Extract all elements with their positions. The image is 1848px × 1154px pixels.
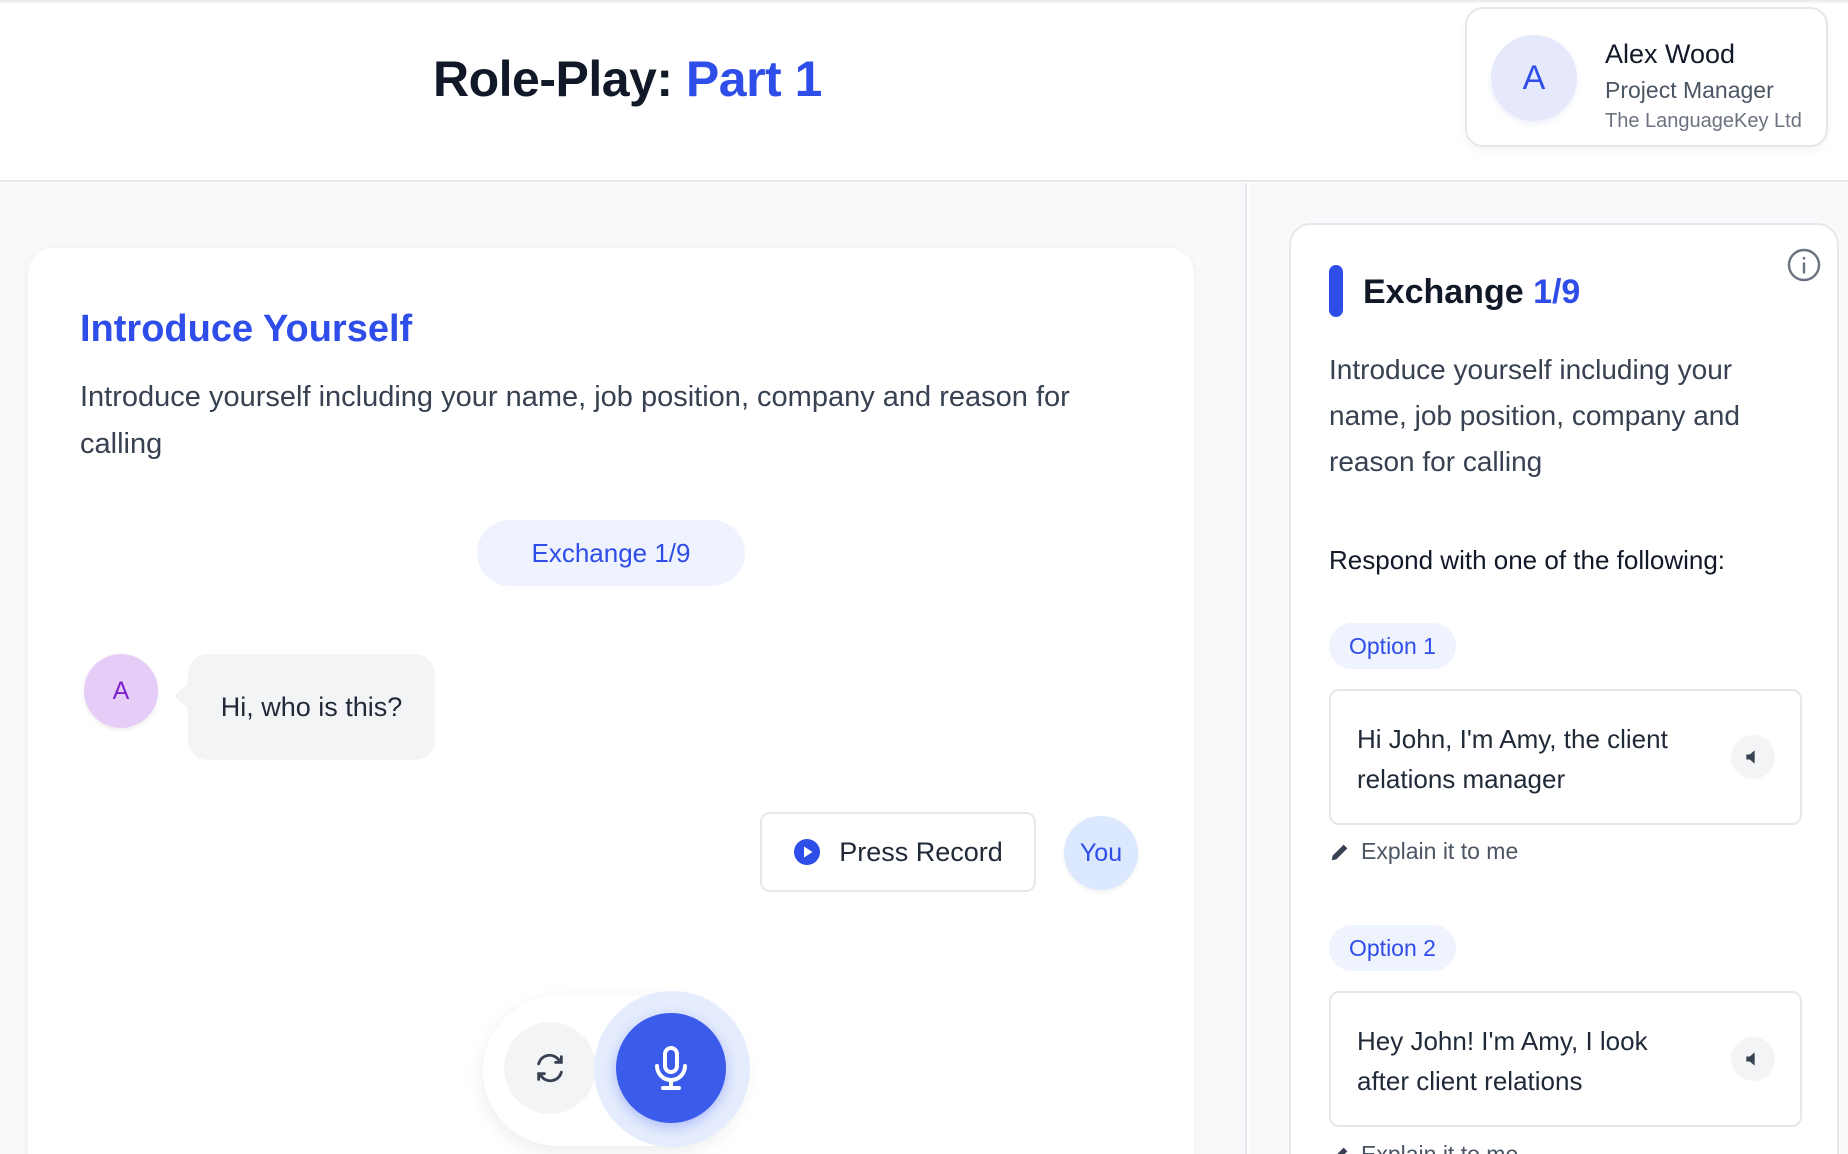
exchange-panel: Exchange 1/9 Introduce yourself includin… [1289, 223, 1839, 1154]
exchange-sidebar: Exchange 1/9 Introduce yourself includin… [1249, 183, 1848, 1154]
panel-description: Introduce yourself including your name, … [1329, 354, 1740, 477]
pencil-icon [1336, 1147, 1348, 1154]
panel-accent-bar [1329, 265, 1343, 317]
pencil-icon [1331, 844, 1348, 860]
speaker-icon [1746, 1052, 1755, 1066]
speaker-icon [1746, 750, 1755, 764]
panel-title-prefix: Exchange [1363, 273, 1534, 311]
page-title-accent: Part 1 [685, 51, 822, 107]
option-1-text: Hi John, I'm Amy, the client relations m… [1357, 724, 1668, 794]
profile-role: Project Manager [1605, 77, 1774, 103]
page-header: Role-Play: Part 1 A Alex Wood Project Ma… [0, 0, 1848, 182]
bot-avatar: A [84, 654, 158, 728]
option-1-box[interactable]: Hi John, I'm Amy, the client relations m… [1329, 689, 1802, 825]
option-1-speaker-button[interactable] [1731, 735, 1775, 779]
conversation-area: Introduce Yourself Introduce yourself in… [0, 183, 1247, 1154]
press-record-label: Press Record [839, 836, 1003, 867]
panel-title-accent: 1/9 [1533, 273, 1581, 311]
profile-company: The LanguageKey Ltd [1605, 110, 1802, 132]
option-2-explain-link[interactable]: Explain it to me [1329, 1141, 1518, 1154]
bot-message-bubble: Hi, who is this? [174, 654, 435, 760]
conversation-card: Introduce Yourself Introduce yourself in… [28, 248, 1194, 1154]
profile-name: Alex Wood [1605, 39, 1736, 69]
profile-card[interactable]: A Alex Wood Project Manager The Language… [1465, 7, 1828, 147]
option-1-explain-link[interactable]: Explain it to me [1329, 838, 1518, 865]
you-avatar: You [1064, 816, 1138, 890]
option-2-explain-label: Explain it to me [1361, 1141, 1519, 1154]
refresh-icon [537, 1053, 563, 1083]
app-root: Role-Play: Part 1 A Alex Wood Project Ma… [0, 0, 1848, 1154]
task-description: Introduce yourself including your name, … [80, 381, 1070, 460]
option-1-tag: Option 1 [1329, 623, 1456, 669]
press-record-button[interactable]: Press Record [760, 812, 1036, 892]
play-icon [794, 839, 821, 865]
panel-title: Exchange 1/9 [1363, 273, 1580, 312]
option-2-speaker-button[interactable] [1731, 1037, 1775, 1081]
microphone-button[interactable] [616, 1013, 726, 1123]
info-icon[interactable] [1786, 247, 1822, 283]
option-2-tag: Option 2 [1329, 925, 1456, 971]
profile-avatar: A [1491, 35, 1577, 121]
reset-button[interactable] [504, 1022, 596, 1114]
exchange-counter-pill: Exchange 1/9 [477, 520, 745, 586]
page-title-prefix: Role-Play: [433, 51, 686, 107]
bot-message-text: Hi, who is this? [220, 691, 403, 722]
option-2-text: Hey John! I'm Amy, I look after client r… [1357, 1026, 1648, 1096]
option-2-box[interactable]: Hey John! I'm Amy, I look after client r… [1329, 991, 1802, 1127]
option-1-explain-label: Explain it to me [1361, 838, 1519, 864]
microphone-icon [655, 1046, 687, 1090]
page-title: Role-Play: Part 1 [433, 50, 822, 108]
recording-controls [483, 991, 750, 1147]
task-title: Introduce Yourself [80, 308, 413, 350]
respond-heading: Respond with one of the following: [1329, 545, 1726, 575]
